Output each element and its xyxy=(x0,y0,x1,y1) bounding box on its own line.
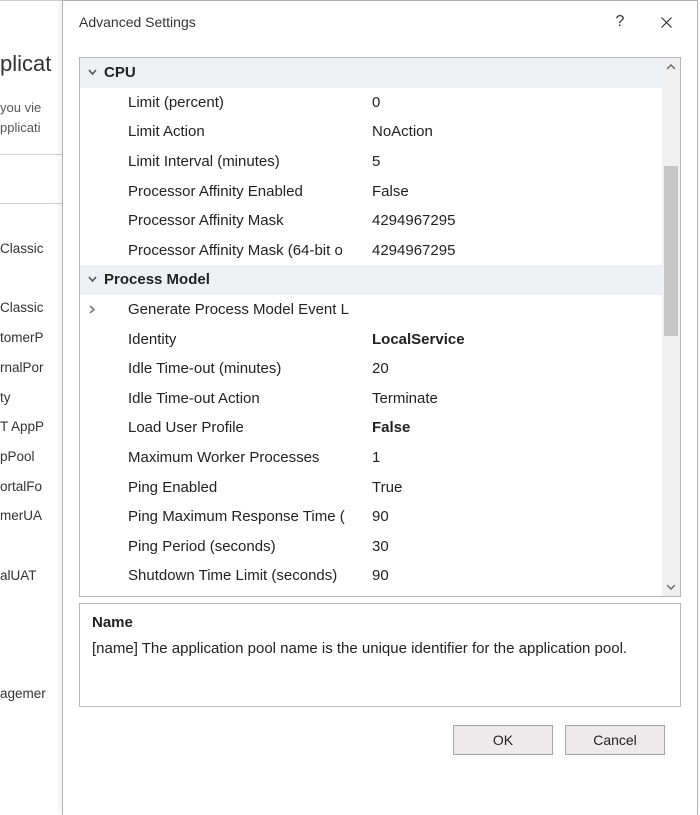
property-label: Limit (percent) xyxy=(128,94,224,111)
property-category[interactable]: CPU xyxy=(80,58,662,88)
scroll-down-button[interactable] xyxy=(662,578,680,596)
titlebar: Advanced Settings ? xyxy=(63,1,697,43)
bg-list-item: rnalPor xyxy=(0,353,62,383)
close-icon xyxy=(661,17,672,28)
property-label: Load User Profile xyxy=(128,419,244,436)
property-value[interactable]: 20 xyxy=(364,360,662,377)
property-row[interactable]: Limit Action NoAction xyxy=(80,117,662,147)
bg-list-item: Classic xyxy=(0,234,62,264)
property-value[interactable]: NoAction xyxy=(364,123,662,140)
property-row[interactable]: Limit (percent) 0 xyxy=(80,88,662,118)
property-value[interactable]: 0 xyxy=(364,94,662,111)
property-value[interactable]: LocalService xyxy=(364,331,662,348)
property-row[interactable]: Idle Time-out (minutes) 20 xyxy=(80,354,662,384)
chevron-down-icon xyxy=(80,273,104,287)
chevron-down-icon xyxy=(667,584,675,590)
property-row[interactable]: Limit Interval (minutes) 5 xyxy=(80,147,662,177)
property-row[interactable]: Ping Maximum Response Time ( 90 xyxy=(80,502,662,532)
bg-list: Classic ClassictomerPrnalPortyT AppPpPoo… xyxy=(0,234,62,709)
property-value[interactable]: True xyxy=(364,479,662,496)
property-grid-body[interactable]: CPULimit (percent)0Limit ActionNoActionL… xyxy=(80,58,662,596)
property-row[interactable]: Load User Profile False xyxy=(80,413,662,443)
property-value[interactable]: 90 xyxy=(364,508,662,525)
property-grid: CPULimit (percent)0Limit ActionNoActionL… xyxy=(79,57,681,597)
bg-list-item: ortalFo xyxy=(0,472,62,502)
property-value[interactable]: 5 xyxy=(364,153,662,170)
property-row[interactable]: Shutdown Time Limit (seconds) 90 xyxy=(80,561,662,591)
bg-list-item: Classic xyxy=(0,293,62,323)
property-value[interactable]: 4294967295 xyxy=(364,212,662,229)
property-value[interactable]: 1 xyxy=(364,449,662,466)
dialog-buttons: OK Cancel xyxy=(79,707,681,755)
bg-sub1: you vie xyxy=(0,77,62,117)
bg-divider xyxy=(0,154,62,155)
property-value[interactable]: 30 xyxy=(364,538,662,555)
bg-list-item xyxy=(0,650,62,680)
bg-list-item: tomerP xyxy=(0,323,62,353)
close-button[interactable] xyxy=(643,7,689,37)
property-label: Limit Action xyxy=(128,123,205,140)
bg-list-item: pPool xyxy=(0,442,62,472)
help-button[interactable]: ? xyxy=(597,7,643,37)
dialog-content: CPULimit (percent)0Limit ActionNoActionL… xyxy=(63,43,697,815)
description-panel: Name [name] The application pool name is… xyxy=(79,603,681,707)
bg-heading: plicat xyxy=(0,1,62,77)
property-label: Ping Period (seconds) xyxy=(128,538,276,555)
property-row[interactable]: Ping Period (seconds) 30 xyxy=(80,532,662,562)
bg-list-item: agemer xyxy=(0,679,62,709)
property-label: Ping Enabled xyxy=(128,479,217,496)
property-label: Ping Maximum Response Time ( xyxy=(128,508,345,525)
property-row[interactable]: Generate Process Model Event L xyxy=(80,295,662,325)
category-label: Process Model xyxy=(104,271,210,288)
property-row[interactable]: Processor Affinity Mask (64-bit o 4294967… xyxy=(80,236,662,266)
chevron-right-icon xyxy=(80,303,104,317)
advanced-settings-dialog: Advanced Settings ? CPULimit (percent)0L… xyxy=(62,0,698,815)
bg-list-item: alUAT xyxy=(0,561,62,591)
cancel-button[interactable]: Cancel xyxy=(565,725,665,755)
scroll-up-button[interactable] xyxy=(662,58,680,76)
property-label: Processor Affinity Enabled xyxy=(128,183,303,200)
property-value[interactable]: 90 xyxy=(364,567,662,584)
category-label: CPU xyxy=(104,64,136,81)
bg-list-item xyxy=(0,264,62,294)
property-row[interactable]: Ping Enabled True xyxy=(80,472,662,502)
bg-list-item xyxy=(0,590,62,620)
property-category[interactable]: Process Model xyxy=(80,265,662,295)
scrollbar-thumb[interactable] xyxy=(664,166,678,336)
property-row[interactable]: Startup Time Limit (seconds)90 xyxy=(80,591,662,596)
property-label: Processor Affinity Mask xyxy=(128,212,284,229)
property-row[interactable]: Maximum Worker Processes 1 xyxy=(80,443,662,473)
property-row[interactable]: Processor Affinity Enabled False xyxy=(80,176,662,206)
bg-list-item: T AppP xyxy=(0,412,62,442)
dialog-title: Advanced Settings xyxy=(79,14,597,30)
bg-list-item xyxy=(0,531,62,561)
ok-button[interactable]: OK xyxy=(453,725,553,755)
bg-list-item xyxy=(0,620,62,650)
bg-sub2: pplicati xyxy=(0,117,62,137)
property-label: Processor Affinity Mask (64-bit o xyxy=(128,242,343,259)
property-row[interactable]: Processor Affinity Mask 4294967295 xyxy=(80,206,662,236)
property-value[interactable]: 4294967295 xyxy=(364,242,662,259)
background-window: plicat you vie pplicati Classic Classict… xyxy=(0,0,62,815)
property-value[interactable]: False xyxy=(364,183,662,200)
property-label: Shutdown Time Limit (seconds) xyxy=(128,567,337,584)
property-row[interactable]: Idle Time-out Action Terminate xyxy=(80,384,662,414)
property-label: Idle Time-out (minutes) xyxy=(128,360,281,377)
property-row[interactable]: Identity LocalService xyxy=(80,324,662,354)
bg-list-item: ty xyxy=(0,383,62,413)
bg-list-item: merUA xyxy=(0,501,62,531)
property-label: Identity xyxy=(128,331,176,348)
bg-divider xyxy=(0,203,62,204)
property-label: Generate Process Model Event L xyxy=(128,301,349,318)
property-label: Limit Interval (minutes) xyxy=(128,153,280,170)
property-value[interactable]: Terminate xyxy=(364,390,662,407)
property-label: Maximum Worker Processes xyxy=(128,449,319,466)
property-value[interactable]: False xyxy=(364,419,662,436)
description-body: [name] The application pool name is the … xyxy=(92,638,668,660)
property-label: Idle Time-out Action xyxy=(128,390,260,407)
chevron-up-icon xyxy=(667,64,675,70)
description-title: Name xyxy=(92,612,668,634)
chevron-down-icon xyxy=(80,66,104,80)
